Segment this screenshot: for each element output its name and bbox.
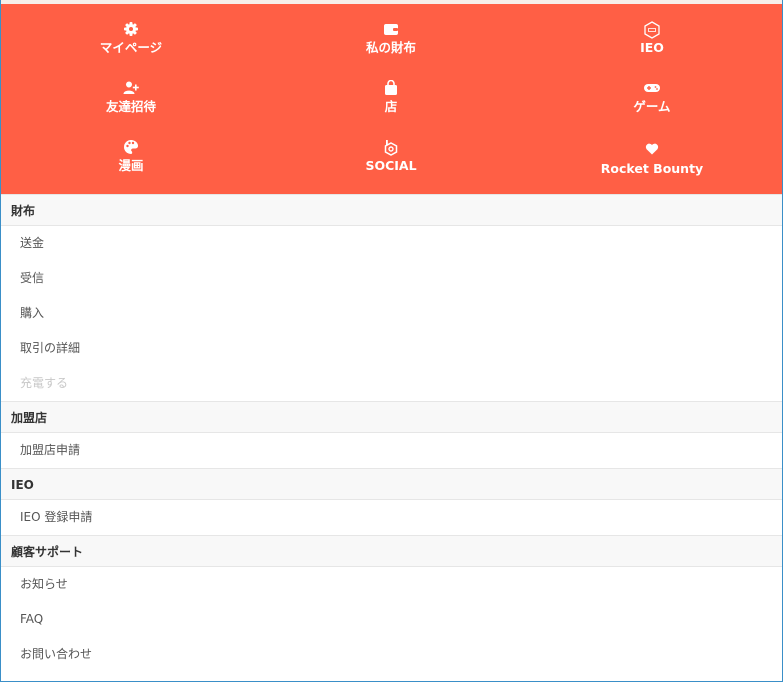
nav-tile-label: IEO <box>640 40 664 55</box>
menu-item-ieo-registration[interactable]: IEO 登録申請 <box>1 500 782 535</box>
section-header-support: 顧客サポート <box>1 535 782 567</box>
nav-tile-social[interactable]: SOCIAL <box>261 139 521 197</box>
nav-tile-wallet[interactable]: 私の財布 <box>261 21 521 79</box>
nav-tile-label: 店 <box>384 99 398 114</box>
nav-tile-manga[interactable]: 漫画 <box>1 139 261 197</box>
menu-item-purchase[interactable]: 購入 <box>1 296 782 331</box>
nav-tile-game[interactable]: ゲーム <box>522 80 782 138</box>
heart-icon <box>522 142 782 160</box>
menu-item-send[interactable]: 送金 <box>1 226 782 261</box>
social-logo-icon <box>261 139 521 157</box>
menu-item-merchant-application[interactable]: 加盟店申請 <box>1 433 782 468</box>
nav-tile-label: 私の財布 <box>365 40 416 55</box>
app-frame: マイページ 私の財布 IEO 友達招待 店 ゲーム 漫画 SOCIAL Rock… <box>0 0 783 682</box>
nav-tile-mypage[interactable]: マイページ <box>1 21 261 79</box>
menu-item-receive[interactable]: 受信 <box>1 261 782 296</box>
nav-tile-label: SOCIAL <box>365 158 417 173</box>
nav-tile-rocket-bounty[interactable]: Rocket Bounty <box>522 142 782 200</box>
wallet-icon <box>261 21 521 39</box>
user-plus-icon <box>1 80 261 98</box>
ieo-hexagon-icon <box>522 21 782 39</box>
menu-item-charge: 充電する <box>20 376 69 390</box>
nav-tile-shop[interactable]: 店 <box>261 80 521 138</box>
nav-tile-label: 漫画 <box>118 158 144 173</box>
side-menu: 財布 送金 受信 購入 取引の詳細 充電する 加盟店 加盟店申請 IEO IEO… <box>1 194 782 672</box>
gamepad-icon <box>522 80 782 98</box>
section-header-merchant: 加盟店 <box>1 401 782 433</box>
nav-grid: マイページ 私の財布 IEO 友達招待 店 ゲーム 漫画 SOCIAL Rock… <box>1 0 782 194</box>
section-header-wallet: 財布 <box>1 194 782 226</box>
nav-tile-invite[interactable]: 友達招待 <box>1 80 261 138</box>
palette-icon <box>1 139 261 157</box>
menu-item-faq[interactable]: FAQ <box>1 602 782 637</box>
nav-tile-label: ゲーム <box>633 99 671 114</box>
nav-tile-label: Rocket Bounty <box>600 161 704 176</box>
section-header-ieo: IEO <box>1 468 782 500</box>
menu-item-transaction-details[interactable]: 取引の詳細 <box>1 331 782 366</box>
gear-icon <box>1 21 261 39</box>
menu-item-contact[interactable]: お問い合わせ <box>1 637 782 672</box>
nav-tile-label: マイページ <box>99 40 163 55</box>
shopping-bag-icon <box>261 80 521 98</box>
menu-item-notices[interactable]: お知らせ <box>1 567 782 602</box>
nav-tile-ieo[interactable]: IEO <box>522 21 782 79</box>
nav-tile-label: 友達招待 <box>105 99 156 114</box>
